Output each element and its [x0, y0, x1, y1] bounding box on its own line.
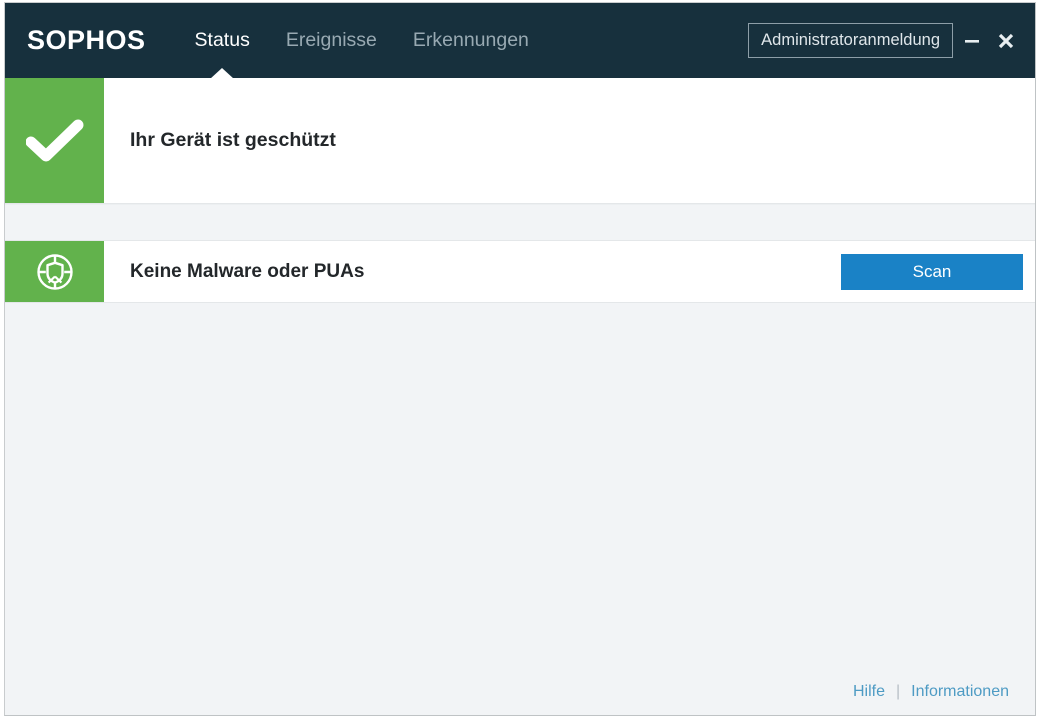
titlebar: SOPHOS Status Ereignisse Erkennungen Adm… — [5, 3, 1035, 78]
tab-status[interactable]: Status — [177, 3, 268, 78]
malware-icon-cell — [5, 241, 104, 302]
status-panel-body: Ihr Gerät ist geschützt — [104, 78, 1035, 203]
admin-login-button[interactable]: Administratoranmeldung — [748, 23, 953, 59]
status-panel-title: Ihr Gerät ist geschützt — [130, 129, 336, 152]
tab-status-label: Status — [195, 29, 250, 52]
footer-separator: | — [885, 683, 911, 701]
status-panel-list: Ihr Gerät ist geschützt Keine Malware od… — [5, 78, 1035, 303]
scan-button[interactable]: Scan — [841, 254, 1023, 290]
shield-target-icon — [35, 252, 75, 292]
sophos-wordmark-logo: SOPHOS — [27, 27, 146, 54]
help-link[interactable]: Hilfe — [853, 683, 885, 701]
tab-ereignisse[interactable]: Ereignisse — [268, 3, 395, 78]
tab-erkennungen-label: Erkennungen — [413, 29, 529, 52]
minimize-button[interactable] — [957, 21, 987, 61]
tab-ereignisse-label: Ereignisse — [286, 29, 377, 52]
footer-links: Hilfe | Informationen — [853, 683, 1009, 701]
malware-panel-body: Keine Malware oder PUAs Scan — [104, 241, 1035, 302]
sophos-endpoint-window: SOPHOS Status Ereignisse Erkennungen Adm… — [4, 2, 1036, 716]
status-icon-cell — [5, 78, 104, 203]
tab-erkennungen[interactable]: Erkennungen — [395, 3, 547, 78]
titlebar-controls: Administratoranmeldung — [748, 21, 1035, 61]
panel-spacer-band — [5, 204, 1035, 241]
tab-bar: Status Ereignisse Erkennungen — [177, 3, 547, 78]
close-icon — [996, 31, 1016, 51]
active-tab-pointer-icon — [210, 68, 234, 79]
status-panel-malware: Keine Malware oder PUAs Scan — [5, 241, 1035, 303]
malware-panel-title: Keine Malware oder PUAs — [130, 261, 364, 283]
close-button[interactable] — [991, 21, 1021, 61]
main-content-area: Hilfe | Informationen — [5, 303, 1035, 715]
information-link[interactable]: Informationen — [911, 683, 1009, 701]
checkmark-icon — [26, 118, 84, 164]
minimize-icon — [963, 32, 981, 50]
status-panel-protected: Ihr Gerät ist geschützt — [5, 78, 1035, 204]
